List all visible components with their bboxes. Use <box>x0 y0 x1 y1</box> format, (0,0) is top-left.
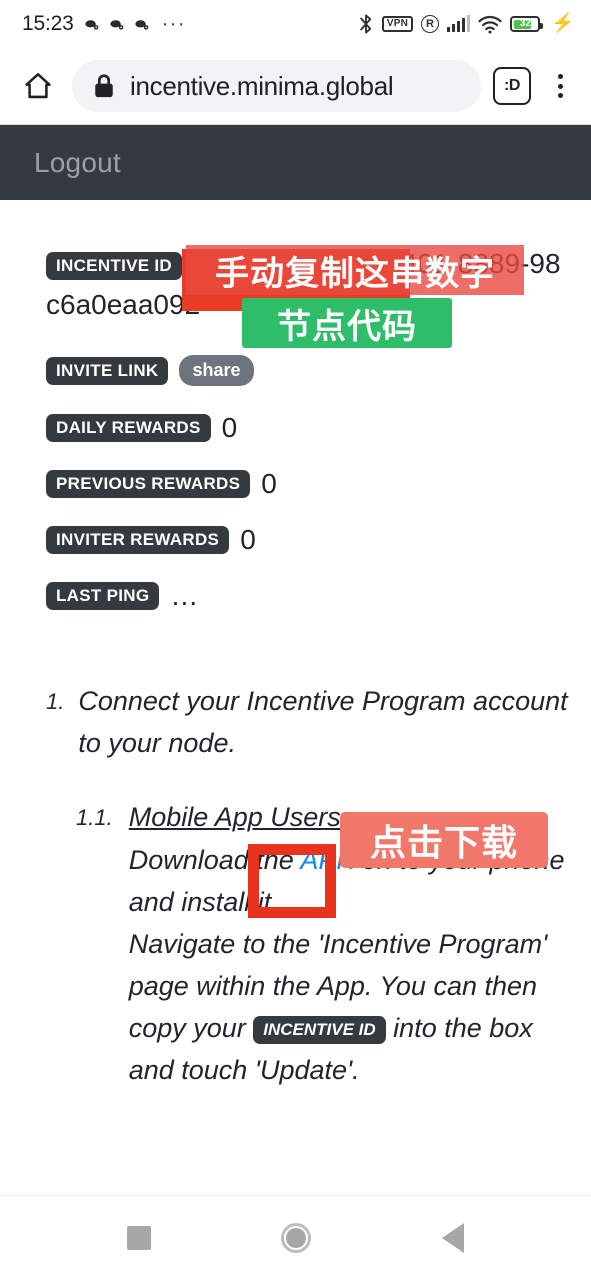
wifi-icon <box>478 15 502 33</box>
previous-rewards-row: PREVIOUS REWARDS 0 <box>46 468 569 500</box>
status-clock: 15:23 <box>22 12 74 35</box>
charging-bolt-icon: ⚡ <box>551 13 575 34</box>
back-triangle-icon[interactable] <box>423 1208 483 1268</box>
last-ping-value: … <box>170 580 199 612</box>
cellular-signal-icon <box>447 15 471 32</box>
url-text: incentive.minima.global <box>130 70 394 101</box>
daily-rewards-row: DAILY REWARDS 0 <box>46 412 569 444</box>
annotation-copy-digits: 手动复制这串数字 <box>186 245 524 295</box>
notification-icons <box>83 15 151 33</box>
vpn-indicator: VPN <box>381 16 413 32</box>
inviter-rewards-row: INVITER REWARDS 0 <box>46 524 569 556</box>
logout-link[interactable]: Logout <box>34 147 121 179</box>
status-bar-left: 15:23 ··· <box>22 12 186 36</box>
url-bar[interactable]: incentive.minima.global <box>72 60 481 112</box>
roaming-indicator: R <box>421 15 439 33</box>
page-content: INCENTIVE ID5d25f848-dedc-4401-8889-98c6… <box>0 200 591 1195</box>
instruction-step-1: 1. Connect your Incentive Program accoun… <box>46 680 569 764</box>
browser-toolbar: incentive.minima.global :D <box>0 48 591 124</box>
annotation-click-download: 点击下载 <box>340 812 548 868</box>
app-notification-icon <box>109 20 123 30</box>
invite-link-row: INVITE LINK share <box>46 355 569 387</box>
step-number: 1. <box>46 689 65 715</box>
inline-incentive-id-badge: INCENTIVE ID <box>253 1015 386 1044</box>
last-ping-row: LAST PING … <box>46 580 569 612</box>
annotation-copy-digits-text: 手动复制这串数字 <box>215 253 495 294</box>
inviter-rewards-label: INVITER REWARDS <box>46 526 230 555</box>
status-bar: 15:23 ··· VPN R 32 ⚡ <box>0 0 591 48</box>
bluetooth-icon <box>360 14 372 34</box>
substep-number: 1.1. <box>76 805 113 831</box>
annotation-node-code-text: 节点代码 <box>277 306 417 347</box>
inviter-rewards-value: 0 <box>240 524 256 556</box>
daily-rewards-label: DAILY REWARDS <box>46 414 211 443</box>
profile-button[interactable]: :D <box>493 67 531 105</box>
site-header: Logout <box>0 124 591 200</box>
annotation-click-download-text: 点击下载 <box>369 823 518 864</box>
annotation-node-code: 节点代码 <box>242 298 452 348</box>
step-text: Connect your Incentive Program account t… <box>78 686 568 759</box>
notification-overflow-dots: ··· <box>161 13 187 35</box>
last-ping-label: LAST PING <box>46 582 160 611</box>
home-circle-icon[interactable] <box>266 1208 326 1268</box>
battery-level-text: 32 <box>519 18 531 29</box>
lock-icon <box>95 74 113 98</box>
status-bar-right: VPN R 32 ⚡ <box>358 13 575 35</box>
mobile-app-users-heading: Mobile App Users <box>128 802 341 833</box>
battery-indicator: 32 <box>510 16 544 32</box>
annotation-apk-highlight-box <box>248 844 336 918</box>
previous-rewards-value: 0 <box>261 468 277 500</box>
overflow-menu-icon[interactable] <box>543 64 577 108</box>
app-notification-icon <box>134 20 148 30</box>
incentive-id-label: INCENTIVE ID <box>46 251 183 280</box>
home-icon[interactable] <box>16 64 60 108</box>
daily-rewards-value: 0 <box>221 412 238 444</box>
invite-link-label: INVITE LINK <box>46 356 169 385</box>
recents-square-icon[interactable] <box>109 1208 169 1268</box>
previous-rewards-label: PREVIOUS REWARDS <box>46 470 251 499</box>
share-button[interactable]: share <box>179 355 254 387</box>
android-navigation-bar <box>0 1195 591 1280</box>
app-notification-icon <box>84 20 98 30</box>
